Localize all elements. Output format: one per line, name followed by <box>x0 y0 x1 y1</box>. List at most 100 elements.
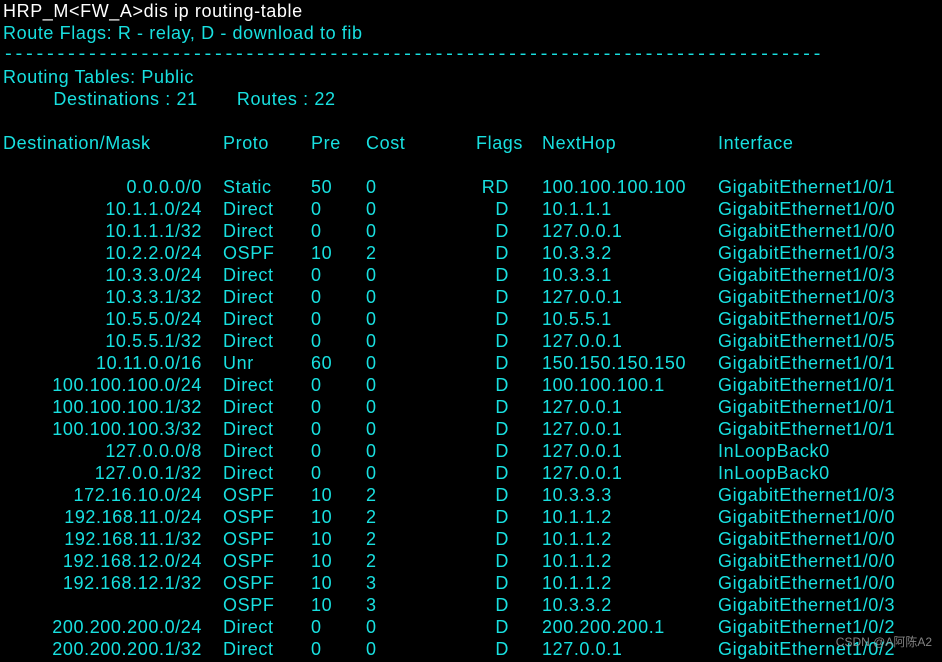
route-preference: 50 <box>311 177 333 197</box>
route-preference: 0 <box>311 199 322 219</box>
route-interface: GigabitEthernet1/0/3 <box>718 595 896 615</box>
route-interface: GigabitEthernet1/0/0 <box>718 221 896 241</box>
route-interface: GigabitEthernet1/0/5 <box>718 309 896 329</box>
route-destination: 192.168.11.1/32 <box>64 529 202 549</box>
route-nexthop: 10.3.3.2 <box>542 595 612 615</box>
header-nexthop: NextHop <box>542 133 617 153</box>
route-cost: 0 <box>366 617 377 637</box>
route-flags: D <box>495 463 509 483</box>
route-destination: 100.100.100.3/32 <box>52 419 202 439</box>
route-cost: 0 <box>366 441 377 461</box>
route-interface: InLoopBack0 <box>718 463 830 483</box>
route-flags: D <box>495 595 509 615</box>
route-flags: D <box>495 639 509 659</box>
route-nexthop: 100.100.100.1 <box>542 375 665 395</box>
route-destination: 200.200.200.0/24 <box>52 617 202 637</box>
route-preference: 10 <box>311 507 333 527</box>
separator-rule: ----------------------------------------… <box>3 45 823 65</box>
route-cost: 0 <box>366 463 377 483</box>
route-destination: 10.3.3.1/32 <box>105 287 202 307</box>
route-cost: 2 <box>366 551 377 571</box>
header-cost: Cost <box>366 133 406 153</box>
tables-title: Routing Tables: Public <box>3 67 194 87</box>
route-flags: D <box>495 529 509 549</box>
route-proto: Direct <box>223 331 274 351</box>
route-flags: D <box>495 287 509 307</box>
prompt: HRP_M<FW_A> <box>3 1 144 21</box>
header-pre: Pre <box>311 133 341 153</box>
route-flags: D <box>495 353 509 373</box>
route-proto: Static <box>223 177 272 197</box>
route-proto: OSPF <box>223 573 275 593</box>
route-preference: 0 <box>311 309 322 329</box>
route-preference: 0 <box>311 639 322 659</box>
route-destination: 10.1.1.0/24 <box>105 199 202 219</box>
route-cost: 0 <box>366 265 377 285</box>
route-proto: Direct <box>223 199 274 219</box>
routes-summary: Destinations : 21 Routes : 22 <box>3 89 336 109</box>
route-nexthop: 10.1.1.2 <box>542 507 612 527</box>
route-flags: D <box>495 573 509 593</box>
route-proto: Direct <box>223 419 274 439</box>
route-cost: 0 <box>366 309 377 329</box>
route-interface: GigabitEthernet1/0/3 <box>718 243 896 263</box>
route-preference: 0 <box>311 221 322 241</box>
route-cost: 0 <box>366 353 377 373</box>
route-nexthop: 10.5.5.1 <box>542 309 612 329</box>
route-destination: 10.1.1.1/32 <box>105 221 202 241</box>
route-destination: 10.5.5.1/32 <box>105 331 202 351</box>
route-interface: GigabitEthernet1/0/0 <box>718 507 896 527</box>
route-interface: GigabitEthernet1/0/0 <box>718 573 896 593</box>
route-interface: GigabitEthernet1/0/1 <box>718 177 896 197</box>
route-flags: D <box>495 199 509 219</box>
route-interface: GigabitEthernet1/0/1 <box>718 397 896 417</box>
route-preference: 0 <box>311 441 322 461</box>
route-preference: 0 <box>311 287 322 307</box>
route-cost: 0 <box>366 419 377 439</box>
route-destination: 10.11.0.0/16 <box>96 353 202 373</box>
route-proto: OSPF <box>223 529 275 549</box>
route-proto: OSPF <box>223 507 275 527</box>
route-preference: 10 <box>311 573 333 593</box>
route-proto: Direct <box>223 375 274 395</box>
command-line[interactable]: HRP_M<FW_A>dis ip routing-table <box>3 0 303 22</box>
route-cost: 2 <box>366 485 377 505</box>
route-flags: D <box>495 551 509 571</box>
route-preference: 0 <box>311 375 322 395</box>
route-destination: 127.0.0.1/32 <box>94 463 202 483</box>
route-preference: 0 <box>311 265 322 285</box>
terminal-window[interactable]: HRP_M<FW_A>dis ip routing-table Route Fl… <box>0 0 942 662</box>
route-interface: GigabitEthernet1/0/0 <box>718 199 896 219</box>
route-nexthop: 127.0.0.1 <box>542 419 623 439</box>
route-interface: InLoopBack0 <box>718 441 830 461</box>
route-destination: 10.3.3.0/24 <box>105 265 202 285</box>
route-destination: 100.100.100.0/24 <box>52 375 202 395</box>
route-flags: D <box>495 485 509 505</box>
route-preference: 0 <box>311 419 322 439</box>
route-destination: 200.200.200.1/32 <box>52 639 202 659</box>
route-destination: 100.100.100.1/32 <box>52 397 202 417</box>
route-proto: OSPF <box>223 551 275 571</box>
route-interface: GigabitEthernet1/0/3 <box>718 287 896 307</box>
route-destination: 192.168.12.0/24 <box>62 551 202 571</box>
route-nexthop: 10.1.1.2 <box>542 573 612 593</box>
route-interface: GigabitEthernet1/0/5 <box>718 331 896 351</box>
route-nexthop: 10.3.3.1 <box>542 265 612 285</box>
route-flags: D <box>495 375 509 395</box>
header-flags: Flags <box>476 133 524 153</box>
route-cost: 2 <box>366 507 377 527</box>
route-cost: 2 <box>366 529 377 549</box>
route-flags: D <box>495 243 509 263</box>
header-destination: Destination/Mask <box>3 133 151 153</box>
route-nexthop: 10.1.1.2 <box>542 529 612 549</box>
route-nexthop: 127.0.0.1 <box>542 397 623 417</box>
route-nexthop: 127.0.0.1 <box>542 331 623 351</box>
route-destination: 192.168.11.0/24 <box>64 507 202 527</box>
route-destination: 10.2.2.0/24 <box>105 243 202 263</box>
flags-legend: Route Flags: R - relay, D - download to … <box>3 23 363 43</box>
route-proto: Direct <box>223 617 274 637</box>
route-interface: GigabitEthernet1/0/1 <box>718 419 896 439</box>
route-interface: GigabitEthernet1/0/3 <box>718 485 896 505</box>
route-flags: D <box>495 265 509 285</box>
route-nexthop: 200.200.200.1 <box>542 617 665 637</box>
